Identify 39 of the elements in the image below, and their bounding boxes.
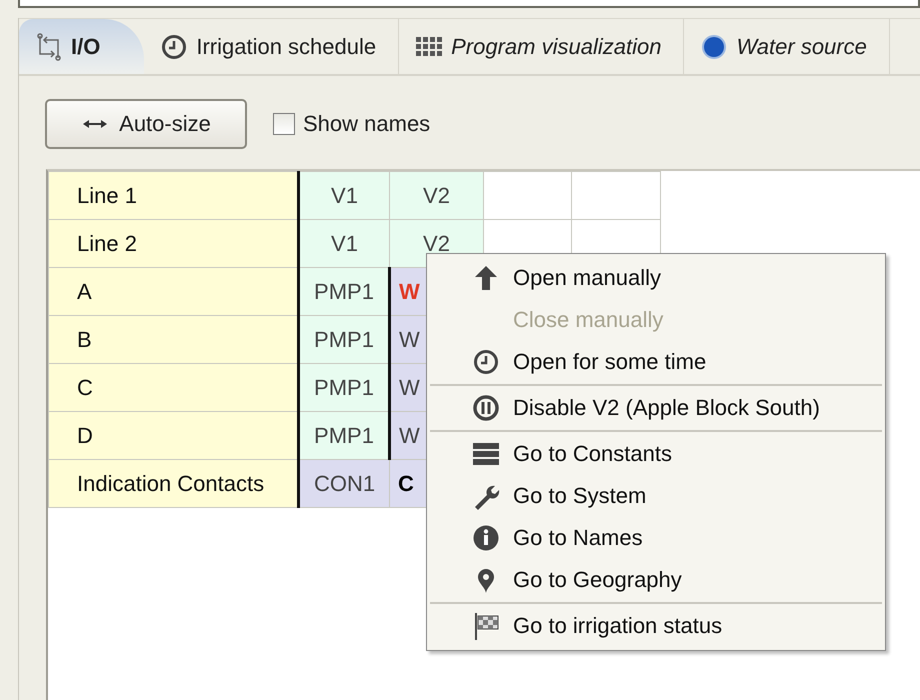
table-cell[interactable]: PMP1: [298, 412, 390, 460]
table-cell[interactable]: V1: [298, 172, 390, 220]
double-arrow-icon: [81, 119, 110, 129]
row-label: Indication Contacts: [48, 460, 298, 508]
row-label: D: [48, 412, 298, 460]
row-label: Line 1: [48, 172, 298, 220]
tab[interactable]: Water source: [684, 19, 890, 74]
tab[interactable]: Program visualization: [399, 19, 684, 74]
menu-item[interactable]: Go to irrigation status: [427, 605, 885, 647]
clock-icon: [472, 348, 500, 376]
tab[interactable]: I/O: [19, 19, 144, 74]
table-cell[interactable]: PMP1: [298, 316, 390, 364]
checkered-flag-icon: [472, 612, 500, 640]
table-cell[interactable]: V1: [298, 220, 390, 268]
menu-item[interactable]: Go to Constants: [427, 433, 885, 475]
tab[interactable]: Irrigation schedule: [144, 19, 400, 74]
menu-item[interactable]: Go to Geography: [427, 559, 885, 601]
menu-item[interactable]: Open for some time: [427, 341, 885, 383]
pause-icon: [472, 394, 500, 422]
row-label: A: [48, 268, 298, 316]
info-icon: [472, 524, 500, 552]
auto-size-button[interactable]: Auto-size: [45, 99, 247, 149]
radio-dot-icon: [700, 32, 728, 60]
list-icon: [472, 440, 500, 468]
menu-item[interactable]: Go to Names: [427, 517, 885, 559]
table-cell[interactable]: CON1: [298, 460, 390, 508]
clock-icon: [160, 32, 188, 60]
table-cell[interactable]: V2: [390, 172, 484, 220]
swap-arrows-icon: [35, 32, 63, 60]
table-cell[interactable]: PMP1: [298, 268, 390, 316]
menu-item[interactable]: Disable V2 (Apple Block South): [427, 387, 885, 429]
table-cell[interactable]: PMP1: [298, 364, 390, 412]
text-field[interactable]: [18, 0, 920, 8]
menu-item[interactable]: Go to System: [427, 475, 885, 517]
row-label: B: [48, 316, 298, 364]
checkbox-label: Show names: [303, 111, 430, 137]
checkbox[interactable]: [273, 113, 295, 135]
row-label: Line 2: [48, 220, 298, 268]
row-label: C: [48, 364, 298, 412]
